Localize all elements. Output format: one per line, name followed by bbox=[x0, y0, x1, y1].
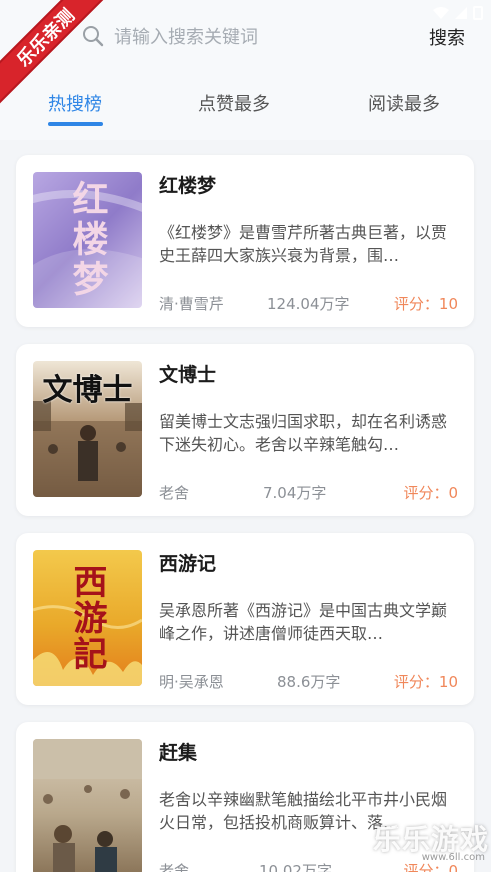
book-title: 红楼梦 bbox=[159, 175, 217, 197]
book-author: 明·吴承恩 bbox=[159, 673, 224, 691]
book-word-count: 10.02万字 bbox=[259, 862, 332, 872]
book-author: 老舍 bbox=[159, 484, 190, 502]
book-cover: 西游記 bbox=[33, 550, 142, 686]
book-description: 留美博士文志强归国求职，却在名利诱惑下迷失初心。老舍以辛辣笔触勾… bbox=[159, 412, 448, 454]
book-score: 评分：10 bbox=[393, 673, 458, 691]
book-card[interactable]: 文博士 文博士 留美博士文志强归国求职，却在名利诱惑下迷失初心。老舍以辛辣笔触勾… bbox=[16, 344, 474, 516]
search-button[interactable]: 搜索 bbox=[429, 24, 465, 50]
book-author: 老舍 bbox=[159, 862, 190, 872]
book-cover: 文博士 bbox=[33, 361, 142, 497]
watermark: 乐乐游戏 www.6ll.com bbox=[371, 818, 489, 866]
book-card[interactable]: 红楼梦 红楼梦 《红楼梦》是曹雪芹所著古典巨著，以贾史王薛四大家族兴衰为背景，围… bbox=[16, 155, 474, 327]
search-input[interactable]: 请输入搜索关键词 bbox=[78, 18, 408, 54]
book-cover: 红楼梦 bbox=[33, 172, 142, 308]
book-description: 《红楼梦》是曹雪芹所著古典巨著，以贾史王薛四大家族兴衰为背景，围… bbox=[159, 223, 448, 265]
active-tab-indicator bbox=[48, 122, 103, 126]
app-root: 请输入搜索关键词 搜索 热搜榜 点赞最多 阅读最多 红楼梦 红楼梦 《红楼梦》是… bbox=[0, 0, 491, 872]
book-score: 评分：10 bbox=[393, 295, 458, 313]
cover-title: 红楼梦 bbox=[66, 180, 109, 300]
status-bar-icons bbox=[433, 6, 483, 20]
corner-ribbon: 乐乐亲测 bbox=[0, 0, 110, 110]
book-card[interactable]: 西游記 西游记 吴承恩所著《西游记》是中国古典文学巅峰之作，讲述唐僧师徒西天取…… bbox=[16, 533, 474, 705]
signal-icon bbox=[455, 7, 467, 19]
search-placeholder: 请输入搜索关键词 bbox=[114, 27, 258, 48]
cover-title: 文博士 bbox=[42, 373, 133, 408]
book-title: 赶集 bbox=[159, 742, 198, 764]
wifi-icon bbox=[433, 7, 449, 19]
book-score: 评分：0 bbox=[403, 484, 458, 502]
book-description: 吴承恩所著《西游记》是中国古典文学巅峰之作，讲述唐僧师徒西天取… bbox=[159, 601, 448, 643]
cover-title bbox=[33, 739, 142, 872]
battery-icon bbox=[473, 6, 483, 20]
tab-most-liked[interactable]: 点赞最多 bbox=[198, 90, 270, 116]
cover-title: 西游記 bbox=[67, 564, 107, 672]
book-title: 文博士 bbox=[159, 364, 217, 386]
book-word-count: 7.04万字 bbox=[263, 484, 327, 502]
ribbon-label: 乐乐亲测 bbox=[0, 0, 110, 108]
book-word-count: 124.04万字 bbox=[267, 295, 350, 313]
book-author: 清·曹雪芹 bbox=[159, 295, 224, 313]
book-word-count: 88.6万字 bbox=[277, 673, 341, 691]
book-title: 西游记 bbox=[159, 553, 217, 575]
book-cover bbox=[33, 739, 142, 872]
tab-most-read[interactable]: 阅读最多 bbox=[368, 90, 440, 116]
watermark-url: www.6ll.com bbox=[421, 852, 485, 863]
